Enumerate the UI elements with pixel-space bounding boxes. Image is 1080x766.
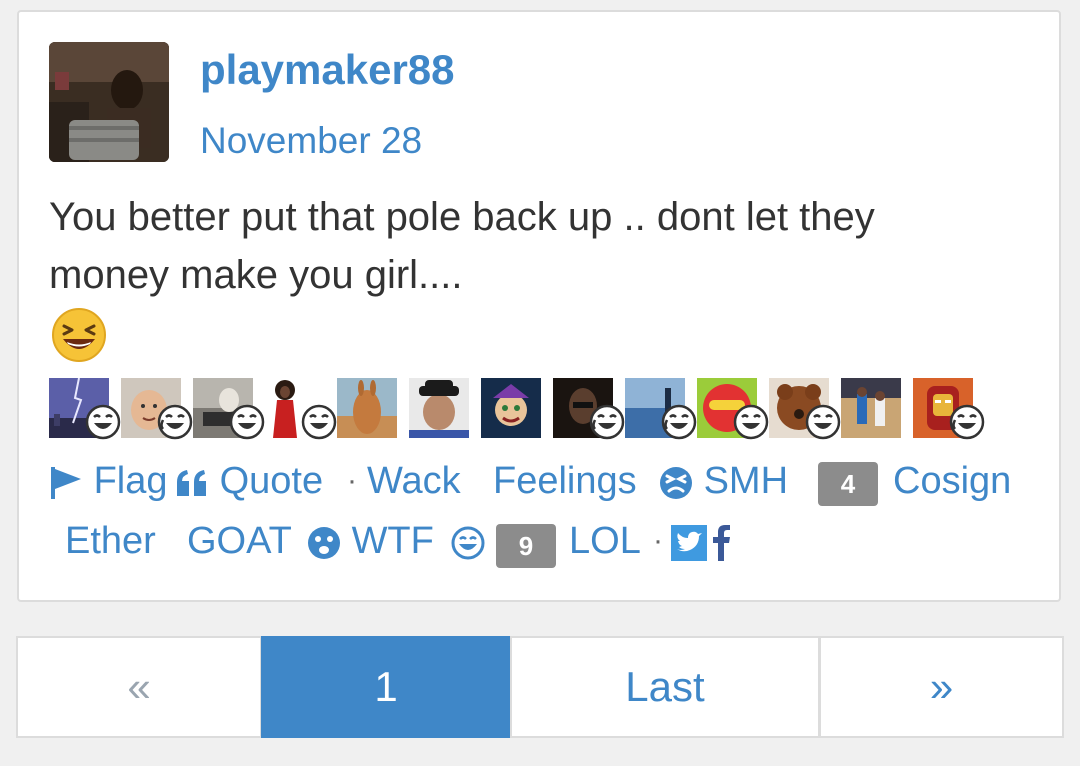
post-date[interactable]: November 28 (200, 116, 422, 166)
laugh-cry-reaction-icon (949, 404, 985, 440)
laugh-reaction-icon (805, 404, 841, 440)
feelings-reaction[interactable]: Feelings (493, 452, 637, 510)
flag-button[interactable]: Flag (49, 452, 167, 510)
quote-button[interactable]: Quote (175, 452, 323, 510)
reactor-avatar[interactable] (265, 378, 337, 440)
quote-icon (177, 469, 206, 496)
separator-dot: · (347, 464, 357, 497)
reactor-avatar[interactable] (193, 378, 265, 440)
lol-face-icon (451, 526, 485, 560)
wtf-reaction[interactable]: WTF (307, 512, 434, 570)
flag-icon (51, 466, 81, 499)
ether-reaction[interactable]: Ether (65, 512, 156, 570)
reactor-avatar[interactable] (625, 378, 697, 440)
reactor-avatar[interactable] (697, 378, 769, 440)
lol-face-button[interactable] (451, 512, 485, 570)
reactor-avatar[interactable] (49, 378, 121, 440)
twitter-icon (671, 524, 707, 561)
laugh-reaction-icon (229, 404, 265, 440)
lol-count-badge: 9 (496, 524, 556, 568)
post-username[interactable]: playmaker88 (200, 42, 455, 98)
current-page-button[interactable]: 1 (261, 636, 511, 738)
laugh-reaction-icon (301, 404, 337, 440)
post-card: playmaker88 November 28 You better put t… (17, 10, 1061, 602)
post-body-line: money make you girl.... (49, 253, 463, 297)
share-twitter-button[interactable] (671, 512, 707, 570)
wtf-label: WTF (351, 520, 434, 562)
last-page-button[interactable]: Last (510, 636, 820, 738)
laugh-reaction-icon (85, 404, 121, 440)
smh-face-icon (660, 466, 692, 499)
cosign-reaction[interactable]: Cosign (893, 452, 1011, 510)
previous-page-button[interactable]: « (16, 636, 262, 738)
smh-label: SMH (703, 460, 789, 502)
laugh-cry-reaction-icon (661, 404, 697, 440)
wtf-face-icon (308, 526, 340, 559)
cosign-count-badge: 4 (818, 462, 878, 506)
flag-label: Flag (93, 460, 168, 502)
reactor-avatar[interactable] (337, 378, 397, 438)
quote-label: Quote (219, 460, 324, 502)
reactor-avatar[interactable] (409, 378, 469, 438)
laugh-cry-reaction-icon (157, 404, 193, 440)
laughing-face-icon (51, 307, 107, 363)
reactor-avatar[interactable] (769, 378, 841, 440)
reactor-avatar[interactable] (481, 378, 541, 438)
reactor-avatar[interactable] (121, 378, 193, 440)
reactor-list (49, 378, 1049, 442)
pagination: « 1 Last » (16, 636, 1064, 738)
laugh-cry-reaction-icon (589, 404, 625, 440)
user-avatar[interactable] (49, 42, 169, 162)
reactor-avatar[interactable] (913, 378, 985, 440)
smh-reaction[interactable]: SMH (659, 452, 788, 510)
wack-reaction[interactable]: Wack (367, 452, 461, 510)
separator-dot: · (653, 524, 663, 557)
post-body: You better put that pole back up .. dont… (49, 188, 1039, 304)
lol-reaction[interactable]: LOL (569, 512, 641, 570)
goat-reaction[interactable]: GOAT (187, 512, 292, 570)
love-laugh-reaction-icon (733, 404, 769, 440)
share-facebook-button[interactable] (711, 512, 731, 570)
facebook-icon (713, 524, 730, 561)
reactor-avatar[interactable] (553, 378, 625, 440)
next-page-button[interactable]: » (819, 636, 1064, 738)
post-body-line: You better put that pole back up .. dont… (49, 195, 875, 239)
reactor-avatar[interactable] (841, 378, 901, 438)
